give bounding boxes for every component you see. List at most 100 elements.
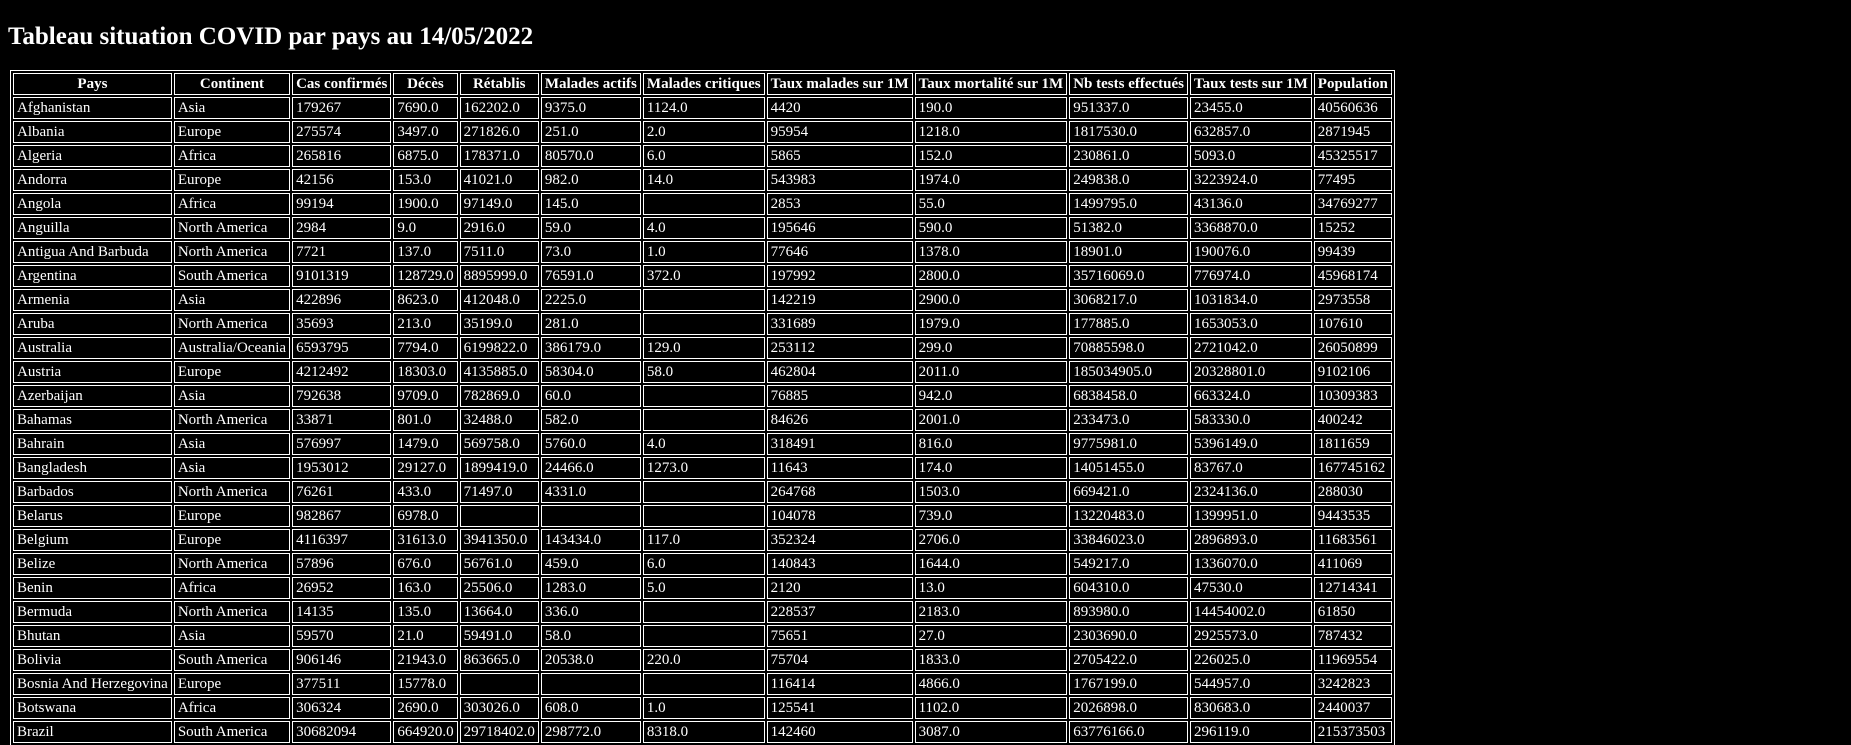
table-cell: 2916.0 [459, 217, 539, 239]
table-cell: Europe [173, 505, 291, 527]
table-cell: 95954 [766, 121, 913, 143]
table-cell: 42156 [292, 169, 392, 191]
table-cell: 43136.0 [1190, 193, 1312, 215]
table-cell: 1.0 [642, 241, 765, 263]
table-cell: 99439 [1313, 241, 1392, 263]
table-cell: 1811659 [1313, 433, 1392, 455]
table-cell: 4331.0 [540, 481, 641, 503]
table-cell: 776974.0 [1190, 265, 1312, 287]
table-cell: Africa [173, 193, 291, 215]
table-cell: 253112 [766, 337, 913, 359]
table-body: Afghanistan Asia 179267 7690.0 162202.0 9375.… [13, 97, 1392, 743]
table-cell: 816.0 [914, 433, 1068, 455]
table-row: Botswana Africa 306324 2690.0 303026.0 608.0 1… [13, 697, 1392, 719]
table-header-row: Pays Continent Cas confirmés Décès Rétablis M… [13, 73, 1392, 95]
table-cell: 676.0 [393, 553, 458, 575]
table-cell: 84626 [766, 409, 913, 431]
table-row: Belgium Europe 4116397 31613.0 3941350.0 1434… [13, 529, 1392, 551]
table-cell: 2303690.0 [1069, 625, 1188, 647]
table-cell: 3941350.0 [459, 529, 539, 551]
table-cell: 8318.0 [642, 721, 765, 743]
table-cell: 26952 [292, 577, 392, 599]
table-cell: 18303.0 [393, 361, 458, 383]
table-cell: 400242 [1313, 409, 1392, 431]
table-cell: Bhutan [13, 625, 172, 647]
table-cell: 41021.0 [459, 169, 539, 191]
table-cell: 73.0 [540, 241, 641, 263]
table-cell: 1336070.0 [1190, 553, 1312, 575]
table-cell: Belarus [13, 505, 172, 527]
table-cell: 982.0 [540, 169, 641, 191]
table-cell: 951337.0 [1069, 97, 1188, 119]
table-cell: 6978.0 [393, 505, 458, 527]
table-cell: 4.0 [642, 217, 765, 239]
table-cell [642, 193, 765, 215]
table-cell: 1273.0 [642, 457, 765, 479]
table-cell: 5396149.0 [1190, 433, 1312, 455]
table-cell: Anguilla [13, 217, 172, 239]
table-cell: 5093.0 [1190, 145, 1312, 167]
table-cell: 55.0 [914, 193, 1068, 215]
table-cell: South America [173, 265, 291, 287]
table-cell: 152.0 [914, 145, 1068, 167]
table-cell: 1767199.0 [1069, 673, 1188, 695]
table-cell: 251.0 [540, 121, 641, 143]
table-cell: 6838458.0 [1069, 385, 1188, 407]
table-cell: 135.0 [393, 601, 458, 623]
table-cell: 2183.0 [914, 601, 1068, 623]
table-cell: 632857.0 [1190, 121, 1312, 143]
table-cell: 8623.0 [393, 289, 458, 311]
table-cell: 1283.0 [540, 577, 641, 599]
table-cell [642, 313, 765, 335]
table-cell: Africa [173, 145, 291, 167]
table-cell: 142460 [766, 721, 913, 743]
table-cell: North America [173, 313, 291, 335]
column-header: Rétablis [459, 73, 539, 95]
table-cell: 576997 [292, 433, 392, 455]
table-cell: 213.0 [393, 313, 458, 335]
table-cell: 13664.0 [459, 601, 539, 623]
table-cell: 45325517 [1313, 145, 1392, 167]
table-cell: Bangladesh [13, 457, 172, 479]
table-cell: 6593795 [292, 337, 392, 359]
table-cell: 33871 [292, 409, 392, 431]
table-cell: 15778.0 [393, 673, 458, 695]
table-cell [642, 625, 765, 647]
table-cell: Europe [173, 169, 291, 191]
table-cell: 76591.0 [540, 265, 641, 287]
table-row: Armenia Asia 422896 8623.0 412048.0 2225.0 142… [13, 289, 1392, 311]
table-cell: North America [173, 217, 291, 239]
table-cell: 2900.0 [914, 289, 1068, 311]
table-cell: 4.0 [642, 433, 765, 455]
table-cell: 4420 [766, 97, 913, 119]
table-row: Argentina South America 9101319 128729.0 889… [13, 265, 1392, 287]
table-row: Bangladesh Asia 1953012 29127.0 1899419.0 244… [13, 457, 1392, 479]
table-cell: Europe [173, 361, 291, 383]
table-cell [459, 673, 539, 695]
table-cell: 30682094 [292, 721, 392, 743]
table-cell: 2706.0 [914, 529, 1068, 551]
table-cell: 61850 [1313, 601, 1392, 623]
table-cell: 582.0 [540, 409, 641, 431]
table-row: Belarus Europe 982867 6978.0 104078 739.0 1322… [13, 505, 1392, 527]
table-cell: 178371.0 [459, 145, 539, 167]
table-cell: 137.0 [393, 241, 458, 263]
table-cell: 117.0 [642, 529, 765, 551]
table-cell: 331689 [766, 313, 913, 335]
table-cell: 107610 [1313, 313, 1392, 335]
table-cell: 7794.0 [393, 337, 458, 359]
table-cell: Aruba [13, 313, 172, 335]
table-cell: 10309383 [1313, 385, 1392, 407]
table-cell: 2011.0 [914, 361, 1068, 383]
table-cell: 29127.0 [393, 457, 458, 479]
table-cell: 197992 [766, 265, 913, 287]
table-cell: 32488.0 [459, 409, 539, 431]
table-cell: 1503.0 [914, 481, 1068, 503]
table-cell: 3368870.0 [1190, 217, 1312, 239]
table-cell: Europe [173, 529, 291, 551]
table-row: Anguilla North America 2984 9.0 2916.0 59.0 4.… [13, 217, 1392, 239]
table-cell: 15252 [1313, 217, 1392, 239]
table-cell: 116414 [766, 673, 913, 695]
table-cell: North America [173, 553, 291, 575]
table-cell: 982867 [292, 505, 392, 527]
